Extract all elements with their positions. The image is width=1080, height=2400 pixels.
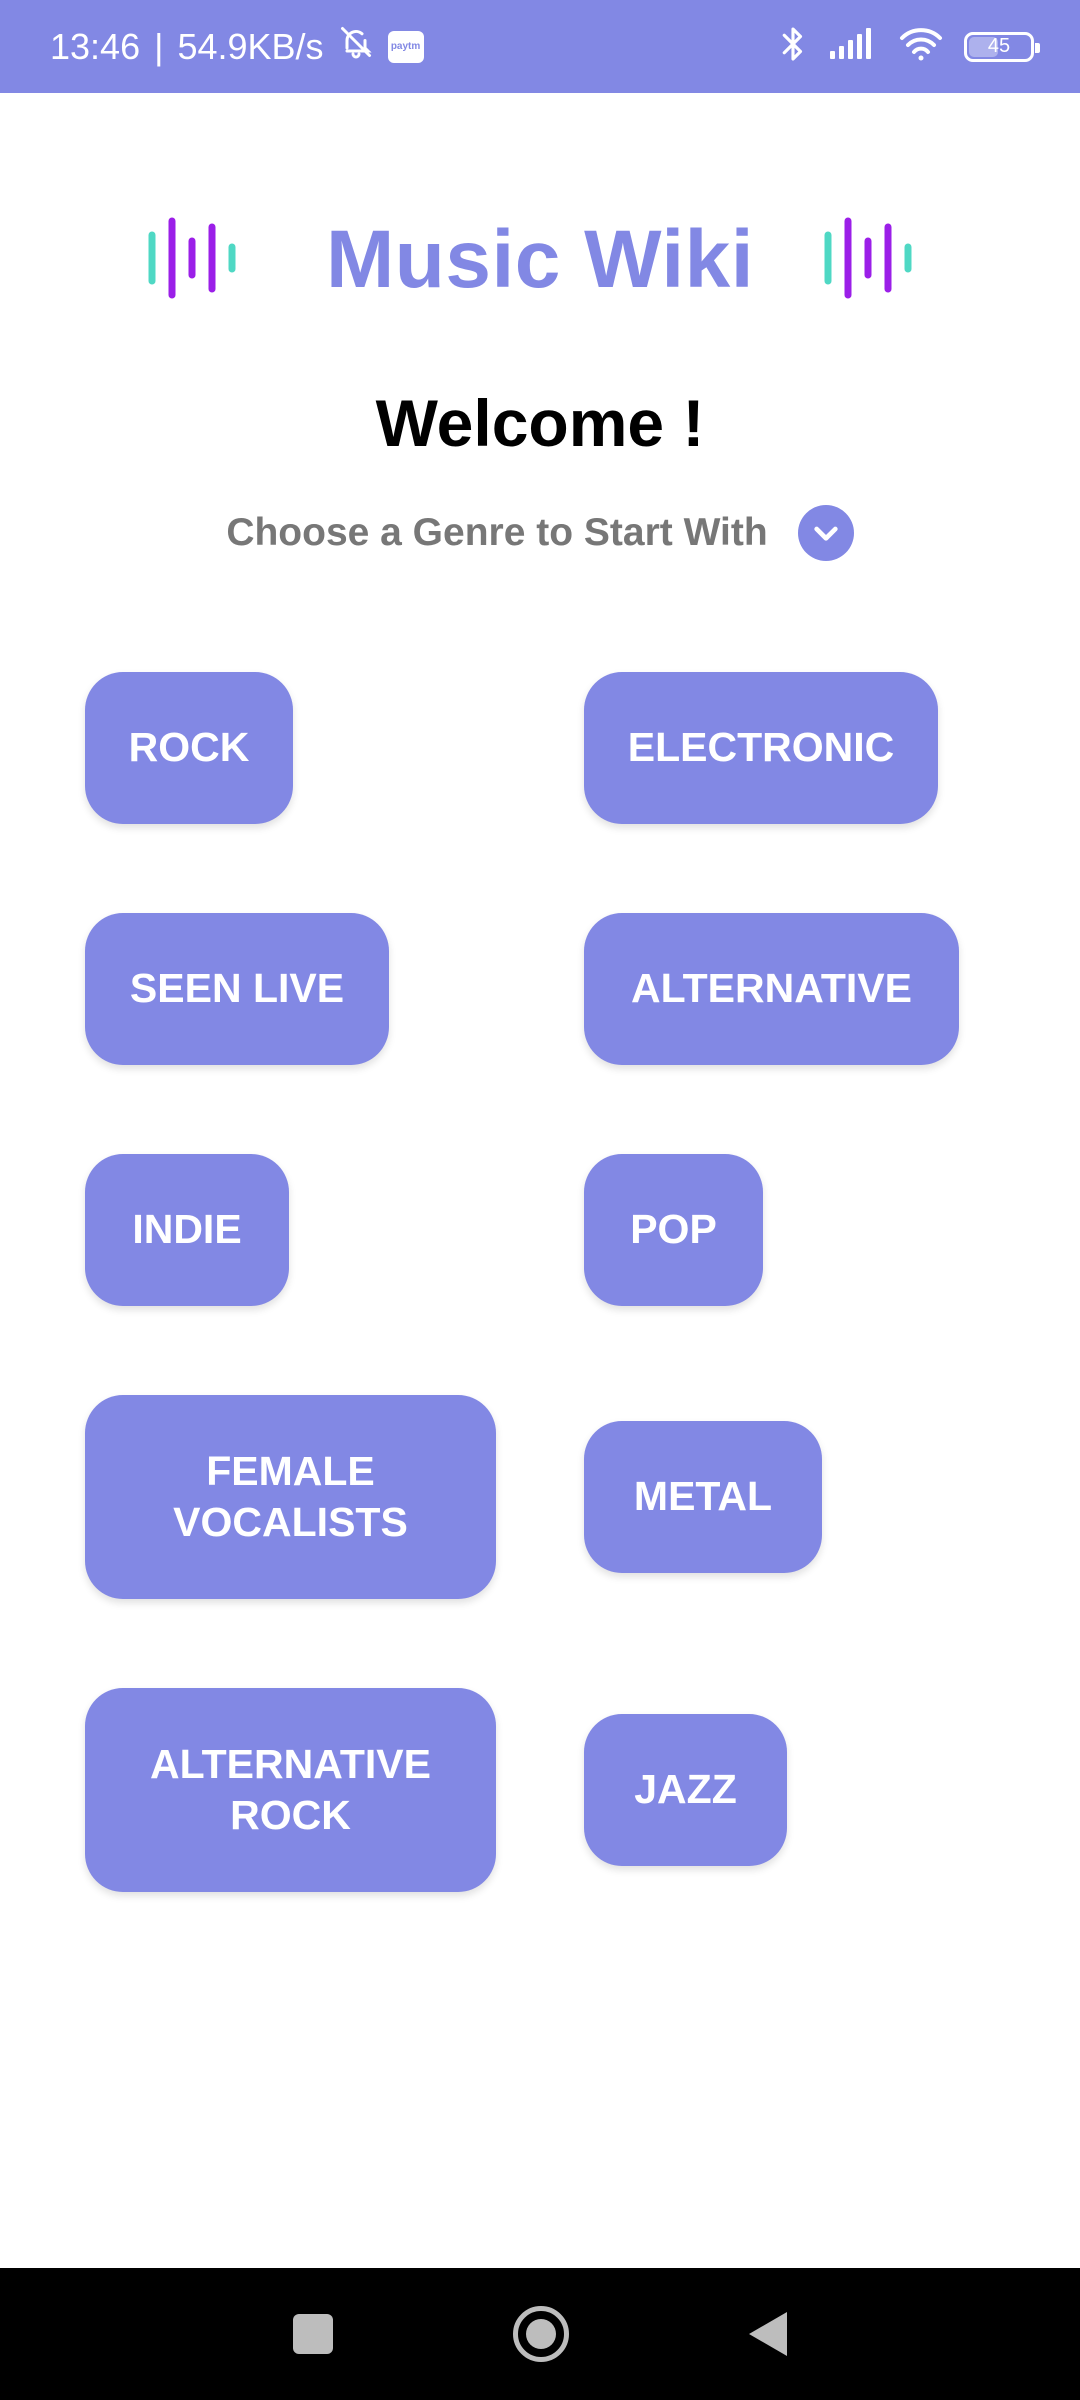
system-nav-bar <box>0 2268 1080 2400</box>
subtitle-row: Choose a Genre to Start With <box>0 505 1080 561</box>
app-header: Music Wiki <box>0 200 1080 320</box>
genre-button-electronic[interactable]: ELECTRONIC <box>584 672 938 824</box>
bluetooth-icon <box>778 24 808 69</box>
chevron-down-icon <box>814 526 838 541</box>
recent-apps-icon[interactable] <box>293 2314 333 2354</box>
status-left: 13:46 | 54.9KB/s paytm <box>50 24 424 69</box>
genre-button-indie[interactable]: INDIE <box>85 1154 289 1306</box>
home-icon[interactable] <box>513 2306 569 2362</box>
sound-wave-icon-right <box>818 213 938 308</box>
welcome-heading: Welcome ! <box>375 386 705 460</box>
wifi-icon <box>898 26 944 67</box>
genre-button-jazz[interactable]: JAZZ <box>584 1714 787 1866</box>
sound-wave-icon-left <box>142 213 262 308</box>
genre-button-alternative[interactable]: ALTERNATIVE <box>584 913 959 1065</box>
genre-button-seen-live[interactable]: SEEN LIVE <box>85 913 389 1065</box>
genre-button-rock[interactable]: ROCK <box>85 672 293 824</box>
genre-button-alternative-rock[interactable]: ALTERNATIVE ROCK <box>85 1688 496 1892</box>
genre-button-pop[interactable]: POP <box>584 1154 763 1306</box>
battery-icon: 45 <box>964 31 1040 62</box>
back-icon[interactable] <box>749 2312 787 2356</box>
genre-button-female-vocalists[interactable]: FEMALE VOCALISTS <box>85 1395 496 1599</box>
genre-button-metal[interactable]: METAL <box>584 1421 822 1573</box>
choose-genre-subtitle: Choose a Genre to Start With <box>226 511 768 554</box>
app-title: Music Wiki <box>325 214 754 305</box>
expand-genres-button[interactable] <box>797 505 854 561</box>
battery-level: 45 <box>987 35 1011 57</box>
status-separator: | <box>154 25 164 67</box>
status-right: 45 <box>778 24 1040 69</box>
paytm-icon: paytm <box>387 30 424 63</box>
signal-icon <box>828 27 878 66</box>
status-time: 13:46 <box>50 25 141 67</box>
muted-bell-icon <box>338 24 374 69</box>
status-bar: 13:46 | 54.9KB/s paytm 45 <box>0 0 1080 93</box>
network-speed: 54.9KB/s <box>177 25 324 67</box>
